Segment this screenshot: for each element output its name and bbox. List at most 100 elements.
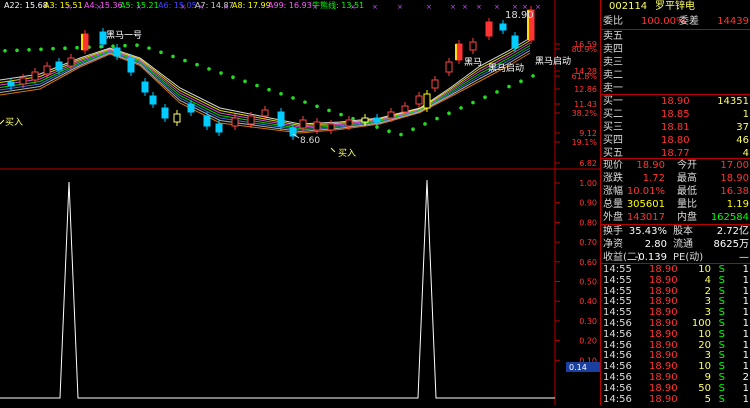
tick-volume: 3 [704, 296, 711, 308]
stat2-label: 流通 [673, 239, 693, 250]
tick-time: 14:56 [603, 372, 632, 383]
tick-time: 14:56 [603, 318, 632, 329]
tick-volume: 50 [698, 382, 711, 394]
signal-mark: × [180, 3, 186, 11]
bid-label: 买二 [603, 109, 623, 120]
tick-count: 1 [742, 339, 749, 351]
tick-row: 14:56 18.90 100 S 1 [601, 318, 750, 329]
tick-side: S [718, 274, 725, 286]
tick-price: 18.90 [649, 382, 678, 394]
indicator-value: A3: 15.51 [44, 1, 83, 10]
tick-count: 1 [742, 361, 749, 373]
stat2-row: 净资 2.80 流通 8625万 [601, 238, 750, 251]
bid-volume: 37 [736, 122, 749, 133]
tick-side: S [718, 264, 725, 275]
signal-mark: × [136, 3, 142, 11]
price-tick: 11.43 [574, 100, 597, 109]
ask-label: 卖五 [603, 31, 623, 42]
stat-label: 量比 [677, 199, 697, 210]
tick-side: S [718, 361, 725, 373]
stat2-label: PE(动) [673, 252, 704, 263]
tick-count: 1 [742, 307, 749, 319]
tick-row: 14:55 18.90 4 S 1 [601, 275, 750, 286]
tick-time: 14:55 [603, 264, 632, 275]
bid-price: 18.90 [661, 96, 690, 107]
tick-time: 14:55 [603, 285, 632, 297]
signal-mark: × [450, 3, 456, 11]
stat-label: 内盘 [677, 212, 697, 223]
tick-side: S [718, 339, 725, 351]
tick-time: 14:55 [603, 296, 632, 308]
tick-row: 14:56 18.90 9 S 2 [601, 372, 750, 383]
tick-row: 14:55 18.90 3 S 1 [601, 296, 750, 307]
tick-volume: 5 [704, 393, 711, 405]
tick-count: 1 [742, 264, 749, 275]
high-price-label: 18.90 [505, 10, 534, 21]
indicator-value: A99: 16.93 [268, 1, 312, 10]
bid-label: 买四 [603, 135, 623, 146]
tick-time: 14:56 [603, 382, 632, 394]
bid-row: 买四 18.80 46 [601, 134, 750, 147]
stat2-label: 净资 [603, 239, 623, 250]
tick-volume: 2 [704, 285, 711, 297]
sub-tick: 0.50 [579, 278, 597, 287]
price-tick: 12.86 [574, 85, 597, 94]
horse-signal-1: 黑马一号 [106, 30, 142, 41]
tick-price: 18.90 [649, 393, 678, 405]
tick-side: S [718, 307, 725, 319]
kline-chart[interactable]: A22: 15.68A3: 15.51 A4: 15.36A5: 15.21 A6:… [0, 0, 600, 405]
stat2-row: 换手 35.43% 股本 2.72亿 [601, 225, 750, 238]
tick-volume: 20 [698, 339, 711, 351]
tick-row: 14:56 18.90 10 S 1 [601, 361, 750, 372]
tick-price: 18.90 [649, 285, 678, 297]
horse-signal-2: 黑马 [464, 57, 482, 68]
stat-value: 16.38 [720, 186, 749, 197]
indicator-value: A6: 15.05 [158, 1, 197, 10]
quote-panel: 002114 罗平锌电 委比 100.00% 委差 14439 卖五 卖四 卖三 卖二… [600, 0, 750, 405]
stat2-row: 收益(二) -0.139 PE(动) — [601, 251, 750, 264]
sub-tick: 0.90 [579, 199, 597, 208]
tick-count: 2 [742, 372, 749, 383]
stat2-value: -0.139 [634, 252, 667, 263]
stock-header: 002114 罗平锌电 [601, 0, 750, 14]
tick-row: 14:56 18.90 50 S 1 [601, 383, 750, 394]
tick-time: 14:56 [603, 339, 632, 351]
stat-value: 18.90 [636, 160, 665, 171]
tick-time: 14:55 [603, 274, 632, 286]
bid-price: 18.81 [661, 122, 690, 133]
tick-side: S [718, 296, 725, 308]
stat-value: 1.19 [726, 199, 749, 210]
weibi-label: 委比 [603, 16, 623, 27]
tick-count: 1 [742, 393, 749, 405]
bid-label: 买三 [603, 122, 623, 133]
bid-row: 买二 18.85 1 [601, 108, 750, 121]
tick-price: 18.90 [649, 264, 678, 275]
chart-area[interactable]: A22: 15.68 A3: 15.51 A4: 15.36 A5: 15.21 A6:… [0, 0, 600, 405]
low-price-label: 8.60 [300, 136, 320, 146]
stat2-value: 2.72亿 [716, 226, 749, 237]
tick-volume: 10 [698, 361, 711, 373]
stat-value: 18.90 [720, 173, 749, 184]
tick-count: 1 [742, 382, 749, 394]
ask-row: 卖四 [601, 43, 750, 56]
price-tick: 38.2% [572, 109, 598, 118]
stat-row: 外盘 143017 内盘 162584 [601, 211, 750, 224]
tick-row: 14:56 18.90 20 S 1 [601, 340, 750, 351]
signal-mark: × [494, 3, 500, 11]
price-tick: 61.8% [572, 72, 598, 81]
indicator-values: A22: 15.68A3: 15.51 A4: 15.36A5: 15.21 A6:… [4, 0, 541, 11]
ask-row: 卖一 [601, 82, 750, 95]
tick-volume: 3 [704, 307, 711, 319]
stat-value: 1.72 [642, 173, 665, 184]
sub-tick: 0.40 [579, 297, 597, 306]
signal-mark: × [198, 3, 204, 11]
stat2-label: 股本 [673, 226, 693, 237]
signal-mark: × [96, 3, 102, 11]
sub-tick: 0.30 [579, 317, 597, 326]
sub-tick: 0.80 [579, 218, 597, 227]
sub-tick: 1.00 [579, 179, 597, 188]
buy-signal-1: 买入 [5, 117, 23, 128]
tick-count: 1 [742, 296, 749, 308]
tick-row: 14:56 18.90 3 S 1 [601, 350, 750, 361]
indicator-value: 牛熊线: 13.51 [312, 0, 364, 10]
